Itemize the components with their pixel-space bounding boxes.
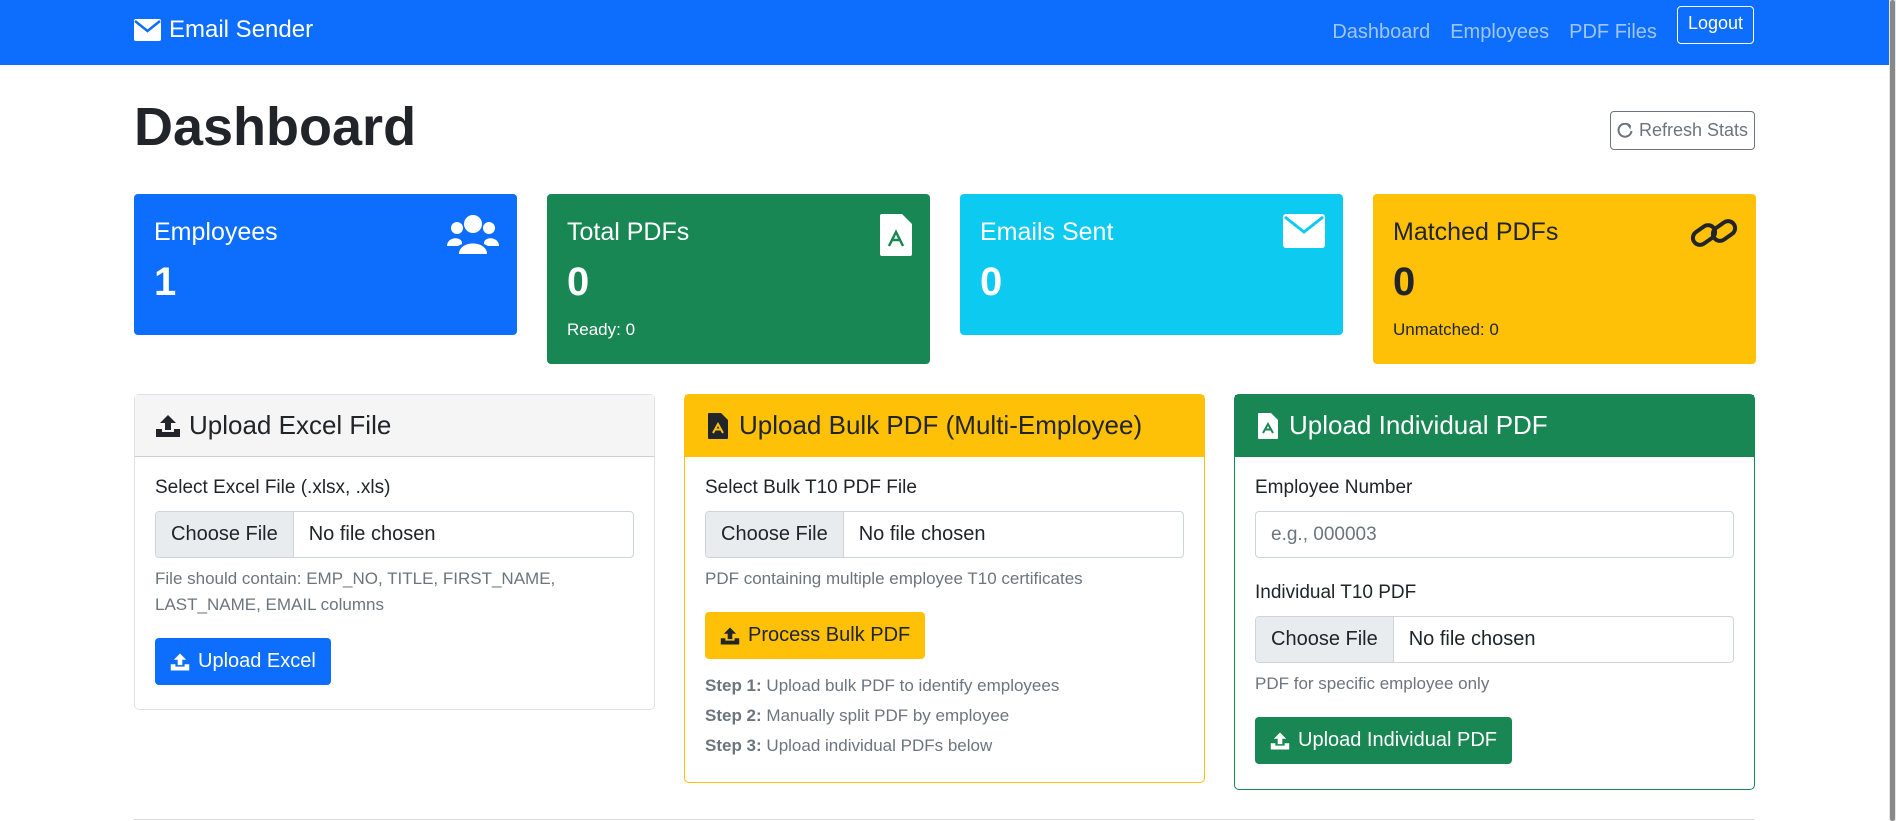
stat-sub: Unmatched: 0 (1393, 320, 1499, 339)
step-text: Manually split PDF by employee (761, 706, 1010, 725)
panel-body: Select Bulk T10 PDF File Choose File No … (685, 457, 1204, 781)
panel-body: Select Excel File (.xlsx, .xls) Choose F… (135, 457, 654, 705)
excel-file-input[interactable]: Choose File No file chosen (155, 511, 634, 558)
stat-total-pdfs: Total PDFs 0 Ready: 0 (547, 194, 930, 364)
panel-upload-individual-pdf: Upload Individual PDF Employee Number e.… (1234, 394, 1755, 790)
panel-header: Upload Bulk PDF (Multi-Employee) (685, 395, 1204, 457)
divider (134, 819, 1754, 820)
file-status: No file chosen (1408, 628, 1536, 650)
stat-label: Matched PDFs (1393, 218, 1559, 246)
step-item: Step 1: Upload bulk PDF to identify empl… (705, 671, 1184, 701)
users-icon (447, 215, 499, 254)
button-label: Upload Excel (198, 650, 316, 672)
stat-value: 0 (1393, 260, 1416, 304)
envelope-icon (1283, 214, 1325, 248)
file-status: No file chosen (308, 523, 436, 545)
button-label: Upload Individual PDF (1298, 729, 1497, 751)
choose-file-button[interactable]: Choose File (156, 512, 294, 557)
process-bulk-pdf-button[interactable]: Process Bulk PDF (705, 612, 926, 659)
envelope-icon (134, 19, 161, 41)
panel-body: Employee Number e.g., 000003 Individual … (1235, 457, 1754, 784)
help-text: PDF for specific employee only (1255, 674, 1490, 693)
step-label: Step 3: (705, 736, 762, 755)
refresh-label: Refresh Stats (1638, 120, 1749, 140)
steps-list: Step 1: Upload bulk PDF to identify empl… (705, 671, 1184, 761)
nav-pdf-files[interactable]: PDF Files (1569, 21, 1657, 44)
scrollbar[interactable] (1889, 0, 1896, 821)
stat-value: 0 (567, 260, 590, 304)
upload-icon (156, 414, 180, 437)
panel-title: Upload Excel File (189, 410, 392, 440)
stat-label: Employees (154, 218, 278, 246)
brand-label: Email Sender (169, 16, 314, 43)
stat-value: 1 (154, 260, 177, 304)
pdf-file-icon (708, 412, 728, 439)
brand[interactable]: Email Sender (134, 16, 313, 44)
bulk-pdf-file-input[interactable]: Choose File No file chosen (705, 511, 1184, 558)
step-text: Upload individual PDFs below (761, 736, 993, 755)
stat-matched-pdfs: Matched PDFs 0 Unmatched: 0 (1373, 194, 1756, 364)
step-item: Step 2: Manually split PDF by employee (705, 701, 1184, 731)
step-label: Step 2: (705, 706, 762, 725)
refresh-icon (1617, 122, 1633, 138)
upload-individual-pdf-button[interactable]: Upload Individual PDF (1255, 717, 1512, 764)
panel-title: Upload Bulk PDF (Multi-Employee) (739, 410, 1143, 440)
upload-excel-button[interactable]: Upload Excel (155, 638, 331, 685)
field-label: Select Excel File (.xlsx, .xls) (155, 477, 391, 498)
step-item: Step 3: Upload individual PDFs below (705, 731, 1184, 761)
individual-pdf-file-input[interactable]: Choose File No file chosen (1255, 616, 1734, 663)
panel-header: Upload Excel File (135, 395, 654, 457)
field-label: Employee Number (1255, 477, 1413, 498)
panel-header: Upload Individual PDF (1235, 395, 1754, 457)
nav-dashboard[interactable]: Dashboard (1332, 21, 1430, 44)
stat-employees: Employees 1 (134, 194, 517, 335)
help-text: PDF containing multiple employee T10 cer… (705, 569, 1083, 588)
stat-label: Emails Sent (980, 218, 1114, 246)
scrollbar-thumb[interactable] (1890, 0, 1895, 821)
field-label: Select Bulk T10 PDF File (705, 477, 917, 498)
stat-sub: Ready: 0 (567, 320, 636, 339)
nav-employees[interactable]: Employees (1450, 21, 1549, 44)
logout-button[interactable]: Logout (1676, 6, 1754, 44)
step-label: Step 1: (705, 676, 762, 695)
page-title: Dashboard (134, 97, 417, 157)
step-text: Upload bulk PDF to identify employees (761, 676, 1060, 695)
file-status: No file chosen (858, 523, 986, 545)
panel-upload-bulk-pdf: Upload Bulk PDF (Multi-Employee) Select … (684, 394, 1205, 783)
pdf-file-icon (880, 214, 912, 256)
upload-icon (720, 627, 740, 644)
link-icon (1690, 219, 1738, 247)
refresh-stats-button[interactable]: Refresh Stats (1610, 111, 1755, 150)
stat-label: Total PDFs (567, 218, 690, 246)
nav-links: Dashboard Employees PDF Files Logout (1332, 0, 1754, 65)
upload-icon (170, 653, 190, 670)
pdf-file-icon (1258, 412, 1278, 439)
help-text: File should contain: EMP_NO, TITLE, FIRS… (155, 569, 556, 614)
top-navbar: Email Sender Dashboard Employees PDF Fil… (0, 0, 1896, 65)
panel-title: Upload Individual PDF (1289, 410, 1548, 440)
upload-icon (1270, 732, 1290, 749)
field-label: Individual T10 PDF (1255, 582, 1417, 603)
choose-file-button[interactable]: Choose File (1256, 617, 1394, 662)
button-label: Process Bulk PDF (748, 624, 911, 646)
stat-emails-sent: Emails Sent 0 (960, 194, 1343, 335)
stat-value: 0 (980, 260, 1003, 304)
panel-upload-excel: Upload Excel File Select Excel File (.xl… (134, 394, 655, 710)
employee-number-input[interactable]: e.g., 000003 (1255, 511, 1734, 558)
choose-file-button[interactable]: Choose File (706, 512, 844, 557)
